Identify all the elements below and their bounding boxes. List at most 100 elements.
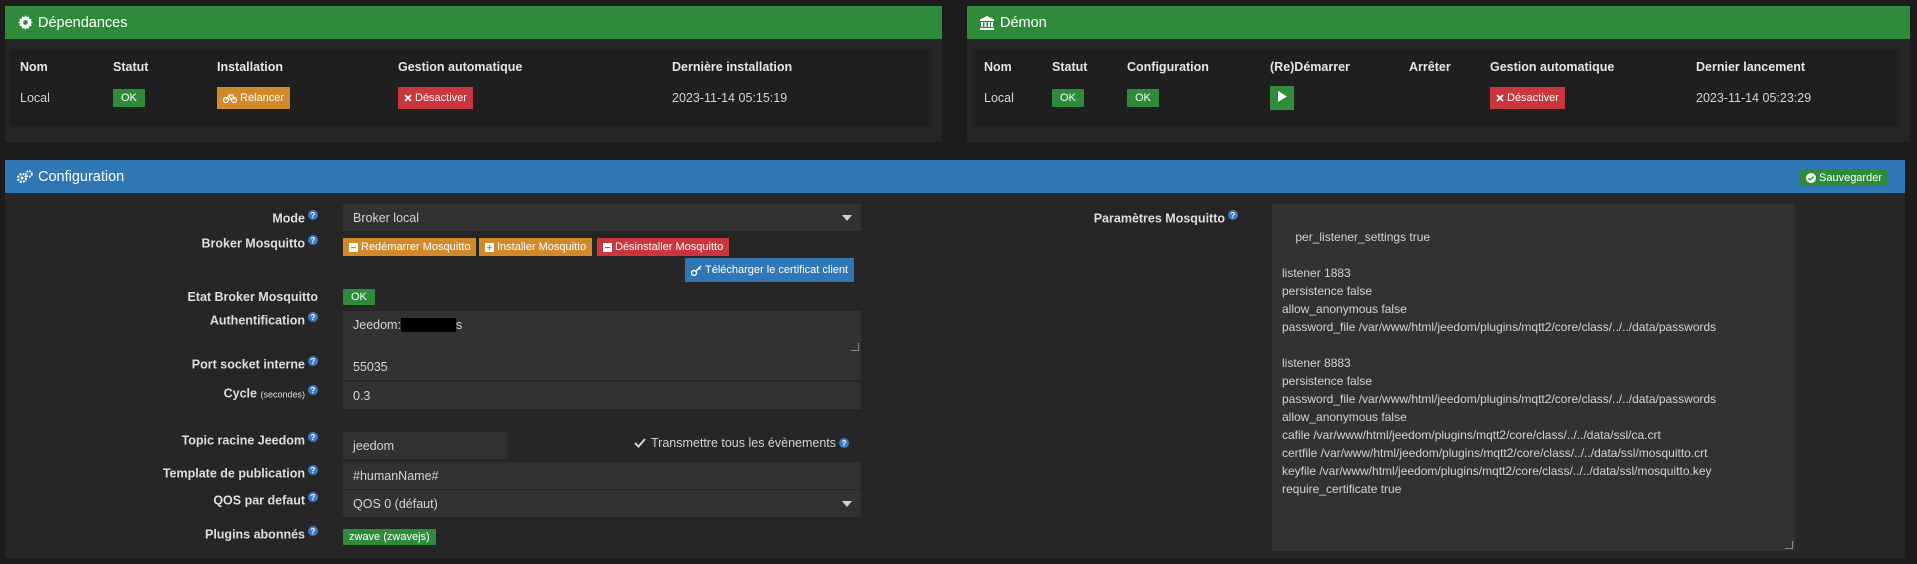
topic-input-value: jeedom <box>353 438 394 453</box>
mode-label: Mode? <box>5 210 318 226</box>
help-icon[interactable]: ? <box>308 526 318 536</box>
dependances-header: Dépendances <box>5 6 942 39</box>
qos-label: QOS par defaut? <box>5 492 318 508</box>
cycle-label-text: Cycle <box>223 386 257 401</box>
dernier-lancement-value: 2023-11-14 05:23:29 <box>1696 91 1812 105</box>
col-redemarrer: (Re)Démarrer <box>1270 60 1350 74</box>
port-label: Port socket interne? <box>5 356 318 372</box>
template-input-value: #humanName# <box>353 468 439 483</box>
col-gestion-automatique: Gestion automatique <box>398 60 523 74</box>
check-icon[interactable] <box>634 437 646 449</box>
plugins-label: Plugins abonnés? <box>5 526 318 542</box>
configuration-panel: Configuration Sauvegarder Mode? Broker l… <box>5 160 1905 558</box>
topic-input[interactable]: jeedom <box>343 432 507 459</box>
gears-icon <box>17 169 33 185</box>
demon-desactiver-button[interactable]: Désactiver <box>1490 87 1565 109</box>
topic-label-text: Topic racine Jeedom <box>181 433 305 448</box>
mode-select-value: Broker local <box>353 210 419 225</box>
restart-mosquitto-button[interactable]: Redémarrer Mosquitto <box>343 238 477 256</box>
col-configuration: Configuration <box>1127 60 1209 74</box>
redacted-block <box>400 318 456 332</box>
download-cert-button[interactable]: Télécharger le certificat client <box>685 258 855 282</box>
col-installation: Installation <box>217 60 283 74</box>
help-icon[interactable]: ? <box>308 385 318 395</box>
help-icon[interactable]: ? <box>308 235 318 245</box>
chevron-down-icon <box>842 214 852 221</box>
dep-status-badge: OK <box>113 89 145 107</box>
transmit-label: Transmettre tous les évènements <box>651 436 837 450</box>
template-input[interactable]: #humanName# <box>343 462 861 489</box>
uninstall-mosquitto-button[interactable]: Désinstaller Mosquitto <box>597 238 730 256</box>
times-icon <box>1496 94 1504 102</box>
gear-icon <box>17 15 33 31</box>
qos-select-value: QOS 0 (défaut) <box>353 496 438 511</box>
demon-config-badge: OK <box>1127 89 1159 107</box>
port-input-value: 55035 <box>353 359 388 374</box>
relancer-button[interactable]: Relancer <box>217 87 291 109</box>
col-nom: Nom <box>20 60 48 74</box>
check-circle-icon <box>1806 172 1816 183</box>
demon-desactiver-label: Désactiver <box>1507 92 1559 104</box>
help-icon[interactable]: ? <box>308 210 318 220</box>
dependances-table: Nom Statut Installation Gestion automati… <box>10 49 932 127</box>
template-label-text: Template de publication <box>162 466 305 481</box>
etat-label: Etat Broker Mosquitto <box>5 290 318 304</box>
dep-desactiver-button[interactable]: Désactiver <box>398 87 473 109</box>
resize-handle[interactable] <box>851 343 859 351</box>
dependances-title: Dépendances <box>38 14 128 31</box>
port-input[interactable]: 55035 <box>343 353 861 380</box>
broker-status-badge: OK <box>343 289 375 305</box>
params-label-text: Paramètres Mosquitto <box>1093 211 1225 226</box>
derniere-installation-value: 2023-11-14 05:15:19 <box>672 91 788 105</box>
col-arreter: Arrêter <box>1409 60 1451 74</box>
help-icon[interactable]: ? <box>308 492 318 502</box>
auth-prefix: Jeedom: <box>353 318 401 332</box>
resize-handle[interactable] <box>1785 541 1793 549</box>
mode-select[interactable]: Broker local <box>343 204 861 231</box>
transmit-checkbox-row[interactable]: Transmettre tous les évènements? <box>634 436 850 450</box>
install-mosquitto-button[interactable]: Installer Mosquitto <box>479 238 593 256</box>
mode-label-text: Mode <box>272 211 305 226</box>
help-icon[interactable]: ? <box>308 465 318 475</box>
times-icon <box>404 94 412 102</box>
install-mosquitto-label: Installer Mosquitto <box>497 241 587 253</box>
configuration-header: Configuration <box>5 160 1905 193</box>
play-icon <box>1277 91 1287 105</box>
dep-nom-cell: Local <box>20 91 50 105</box>
port-label-text: Port socket interne <box>191 357 305 372</box>
dependances-panel: Dépendances Nom Statut Installation Gest… <box>5 6 942 142</box>
mosquitto-params-textarea[interactable]: per_listener_settings true listener 1883… <box>1272 204 1795 551</box>
auth-textarea[interactable]: Jeedom: s <box>343 311 861 353</box>
bank-icon <box>979 15 995 31</box>
qos-label-text: QOS par defaut <box>213 493 305 508</box>
plugin-badge: zwave (zwavejs) <box>343 529 436 545</box>
help-icon[interactable]: ? <box>308 432 318 442</box>
restart-button[interactable] <box>1270 86 1294 110</box>
dep-desactiver-label: Désactiver <box>415 92 467 104</box>
cycle-input-value: 0.3 <box>353 388 371 403</box>
chevron-down-icon <box>842 500 852 507</box>
help-icon[interactable]: ? <box>308 312 318 322</box>
help-icon[interactable]: ? <box>308 356 318 366</box>
cycle-input[interactable]: 0.3 <box>343 382 861 409</box>
etat-label-text: Etat Broker Mosquitto <box>187 290 318 304</box>
auth-suffix: s <box>455 318 463 332</box>
uninstall-mosquitto-label: Désinstaller Mosquitto <box>615 241 724 253</box>
save-button[interactable]: Sauvegarder <box>1800 169 1888 186</box>
demon-title: Démon <box>1000 14 1047 31</box>
qos-select[interactable]: QOS 0 (défaut) <box>343 490 861 517</box>
template-label: Template de publication? <box>5 465 318 481</box>
demon-panel: Démon Nom Statut Configuration (Re)Démar… <box>967 6 1910 142</box>
demon-header: Démon <box>967 6 1910 39</box>
help-icon[interactable]: ? <box>1228 210 1238 220</box>
minus-square-icon <box>349 242 358 252</box>
key-icon <box>691 265 702 276</box>
demon-nom-cell: Local <box>984 91 1014 105</box>
auth-label-text: Authentification <box>209 313 305 328</box>
configuration-title: Configuration <box>38 168 125 185</box>
help-icon[interactable]: ? <box>839 438 850 448</box>
demon-status-badge: OK <box>1052 89 1084 107</box>
relancer-label: Relancer <box>240 92 285 104</box>
col-statut: Statut <box>113 60 149 74</box>
col-gestion-automatique: Gestion automatique <box>1490 60 1615 74</box>
